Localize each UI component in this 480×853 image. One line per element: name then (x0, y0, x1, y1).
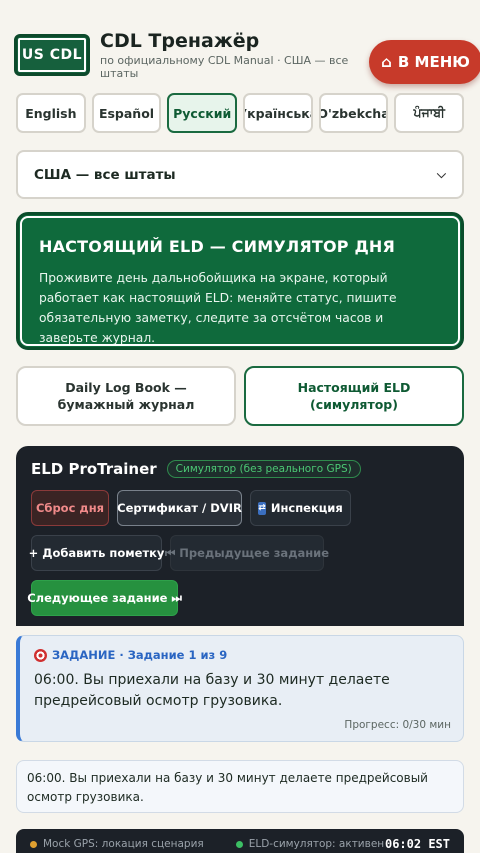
inspection-button[interactable]: ⇄ Инспекция (250, 490, 351, 526)
header: US CDL CDL Тренажёр по официальному CDL … (14, 28, 480, 84)
home-icon: ⌂ (381, 53, 392, 71)
eld-title: ELD ProTrainer (31, 460, 157, 478)
eld-status-dot (235, 840, 243, 848)
task-heading: ЗАДАНИЕ · Задание 1 из 9 (52, 648, 228, 662)
state-select[interactable]: США — все штаты ⌵ (16, 150, 464, 199)
eld-status: ELD-симулятор: активен (248, 838, 385, 850)
target-icon (34, 648, 47, 662)
hero-banner: НАСТОЯЩИЙ ELD — СИМУЛЯТОР ДНЯ Проживите … (16, 212, 464, 350)
lang-english[interactable]: English (16, 93, 86, 133)
language-switcher: English Español Русский Українська O'zbe… (16, 93, 465, 133)
app-logo: US CDL (14, 34, 90, 76)
hero-title: НАСТОЯЩИЙ ELD — СИМУЛЯТОР ДНЯ (39, 237, 396, 256)
simulator-badge: Симулятор (без реального GPS) (166, 460, 361, 478)
chevron-down-icon: ⌵ (436, 167, 446, 181)
lang-spanish[interactable]: Español (91, 93, 162, 133)
gps-status-dot (30, 840, 37, 848)
eld-panel: ELD ProTrainer Симулятор (без реального … (16, 446, 464, 626)
task-progress: Прогресс: 0/30 мин (344, 719, 451, 731)
inspection-icon: ⇄ (258, 501, 266, 515)
mode-switcher: Daily Log Book — бумажный журнал Настоящ… (16, 366, 464, 426)
certificate-dvir-button[interactable]: Сертификат / DVIR (117, 490, 242, 526)
previous-task-button[interactable]: ⏮ Предыдущее задание (165, 535, 329, 571)
status-bar: Mock GPS: локация сценария ELD-симулятор… (16, 829, 464, 853)
menu-button-label: В МЕНЮ (397, 53, 470, 71)
info-note: 06:00. Вы приехали на базу и 30 минут де… (16, 760, 464, 813)
lang-punjabi[interactable]: ਪੰਜਾਬੀ (394, 93, 465, 133)
hero-text: Проживите день дальнобойщика на экране, … (39, 271, 397, 345)
mode-eld-simulator[interactable]: Настоящий ELD (симулятор) (244, 366, 464, 426)
inspection-button-label: Инспекция (270, 501, 343, 515)
gps-status: Mock GPS: локация сценария (43, 838, 204, 850)
mode-paper-logbook[interactable]: Daily Log Book — бумажный журнал (16, 366, 236, 426)
task-text: 06:00. Вы приехали на базу и 30 минут де… (34, 672, 390, 709)
next-task-button[interactable]: Следующее задание ⏭ (27, 580, 182, 616)
state-select-value: США — все штаты (34, 166, 176, 183)
add-note-button[interactable]: + Добавить пометку (29, 535, 164, 571)
app-subtitle: по официальному CDL Manual · США — все ш… (100, 54, 349, 80)
lang-ukrainian[interactable]: Українська (243, 93, 313, 133)
eld-clock: 06:02 EST (384, 837, 450, 851)
reset-day-button[interactable]: Сброс дня (31, 490, 109, 526)
task-card: ЗАДАНИЕ · Задание 1 из 9 06:00. Вы приех… (16, 635, 464, 742)
app-title: CDL Тренажёр (100, 30, 260, 52)
lang-russian[interactable]: Русский (167, 93, 238, 133)
menu-button[interactable]: ⌂ В МЕНЮ (369, 40, 480, 84)
lang-uzbek[interactable]: O'zbekcha (318, 93, 389, 133)
